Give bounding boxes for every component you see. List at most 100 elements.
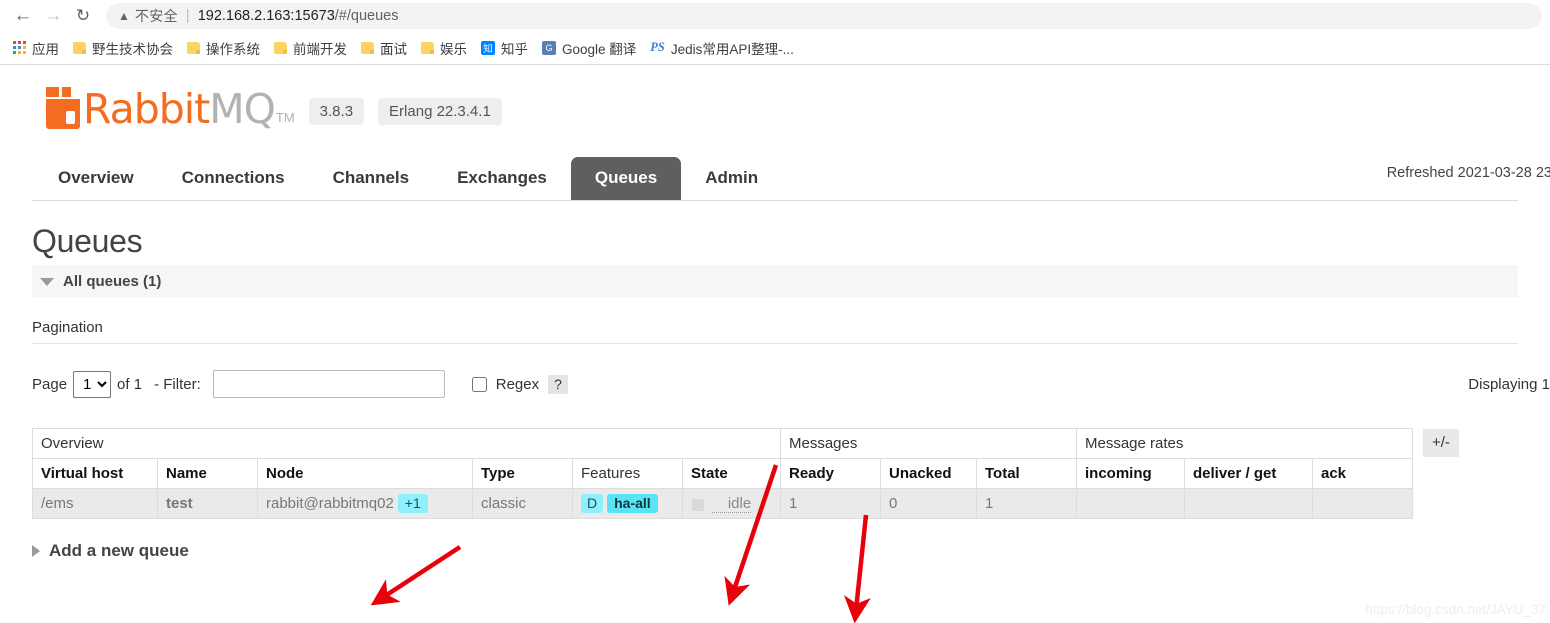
page-select[interactable]: 1 <box>73 370 112 398</box>
column-header-incoming[interactable]: incoming <box>1076 458 1185 489</box>
page-title: Queues <box>32 223 143 259</box>
bookmark-label: Google 翻译 <box>562 41 637 57</box>
all-queues-label: All queues (1) <box>63 273 162 290</box>
column-header-node[interactable]: Node <box>257 458 473 489</box>
version-badge: 3.8.3 <box>308 98 365 125</box>
group-header-messages: Messages <box>780 428 1077 459</box>
cell-virtual-host: /ems <box>32 488 158 519</box>
add-new-queue-section[interactable]: Add a new queue <box>32 541 1518 561</box>
bookmark-label: 野生技术协会 <box>92 41 173 57</box>
column-header-name[interactable]: Name <box>157 458 258 489</box>
column-header-type[interactable]: Type <box>472 458 573 489</box>
rabbitmq-management-page: Refreshed 2021-03-28 23: RabbitMQ TM 3.8… <box>0 65 1550 623</box>
table-column-header-row: Virtual host Name Node Type Features Sta… <box>32 458 1413 489</box>
column-header-ready[interactable]: Ready <box>780 458 881 489</box>
bookmark-label: Jedis常用API整理-... <box>670 41 794 57</box>
zhihu-icon: 知 <box>481 40 495 55</box>
bookmark-folder-4[interactable]: 面试 <box>354 35 414 61</box>
cell-unacked: 0 <box>880 488 977 519</box>
cell-deliver-get <box>1184 488 1313 519</box>
forward-arrow-icon: → <box>43 4 63 26</box>
column-header-ack[interactable]: ack <box>1312 458 1413 489</box>
filter-label: - Filter: <box>154 375 201 393</box>
omnibox-separator: | <box>185 7 190 24</box>
filter-controls: Page 1 of 1 - Filter: Regex ? Displaying… <box>32 370 1550 398</box>
refreshed-timestamp: Refreshed 2021-03-28 23: <box>1386 165 1550 181</box>
cell-node: rabbit@rabbitmq02 +1 <box>257 488 473 519</box>
column-header-features[interactable]: Features <box>572 458 683 489</box>
cell-features: Dha-all <box>572 488 683 519</box>
chevron-down-icon[interactable] <box>40 277 54 286</box>
node-extra-badge: +1 <box>397 493 428 513</box>
column-header-deliver-get[interactable]: deliver / get <box>1184 458 1313 489</box>
column-header-virtual-host[interactable]: Virtual host <box>32 458 158 489</box>
bookmark-label: 娱乐 <box>440 41 467 57</box>
tab-queues[interactable]: Queues <box>570 157 682 200</box>
state-text: idle <box>711 494 752 513</box>
group-header-overview: Overview <box>32 428 781 459</box>
erlang-version-badge: Erlang 22.3.4.1 <box>378 98 502 125</box>
column-header-unacked[interactable]: Unacked <box>880 458 977 489</box>
apps-grid-icon <box>13 41 26 54</box>
address-bar[interactable]: ▲ 不安全 | 192.168.2.163:15673 /#/queues <box>106 2 1542 29</box>
bookmark-label: 前端开发 <box>293 41 347 57</box>
toggle-columns-button[interactable]: +/- <box>1423 429 1459 457</box>
table-row[interactable]: /ems test rabbit@rabbitmq02 +1 classic Dh… <box>32 488 1413 519</box>
main-nav-tabs: Overview Connections Channels Exchanges … <box>32 157 1518 201</box>
cell-ready: 1 <box>780 488 881 519</box>
logo-rabbit-text: Rabbit <box>83 85 210 134</box>
bookmark-folder-1[interactable]: 野生技术协会 <box>66 35 180 61</box>
watermark-text: https://blog.csdn.net/JAYU_37 <box>1365 602 1546 617</box>
warning-triangle-icon: ▲ <box>118 8 130 23</box>
folder-icon <box>421 41 434 54</box>
pagination-label: Pagination <box>32 319 1518 344</box>
queues-table: Overview Messages Message rates Virtual … <box>32 428 1413 519</box>
url-host-text: 192.168.2.163:15673 <box>197 7 335 24</box>
security-status-text: 不安全 <box>134 7 178 24</box>
all-queues-section-header[interactable]: All queues (1) <box>32 266 1518 297</box>
back-arrow-icon[interactable]: ← <box>8 2 38 30</box>
bookmark-label: 面试 <box>380 41 407 57</box>
tab-overview[interactable]: Overview <box>34 157 158 200</box>
regex-label: Regex <box>495 375 540 393</box>
feature-durable-badge: D <box>581 493 604 513</box>
cell-ack <box>1312 488 1413 519</box>
column-header-total[interactable]: Total <box>976 458 1077 489</box>
cell-state: idle <box>682 488 781 519</box>
rabbitmq-wordmark: RabbitMQ <box>83 89 276 130</box>
tab-channels[interactable]: Channels <box>309 157 434 200</box>
folder-icon <box>73 41 86 54</box>
bookmark-label: 操作系统 <box>206 41 260 57</box>
bookmark-folder-5[interactable]: 娱乐 <box>414 35 474 61</box>
folder-icon <box>187 41 200 54</box>
google-translate-icon: G <box>542 40 556 55</box>
page-label: Page <box>32 375 68 393</box>
cell-type: classic <box>472 488 573 519</box>
filter-input[interactable] <box>212 370 445 398</box>
table-group-header-row: Overview Messages Message rates <box>32 428 1413 459</box>
bookmark-google-translate[interactable]: G Google 翻译 <box>535 35 643 61</box>
of-pages-label: of 1 <box>117 375 143 393</box>
logo-mq-text: MQ <box>209 85 276 134</box>
cell-incoming <box>1076 488 1185 519</box>
bookmark-folder-3[interactable]: 前端开发 <box>267 35 354 61</box>
bookmark-label: 知乎 <box>501 41 528 57</box>
rabbitmq-logo-row: RabbitMQ TM 3.8.3 Erlang 22.3.4.1 <box>32 65 1518 130</box>
reload-icon[interactable]: ↻ <box>68 2 98 30</box>
help-icon[interactable]: ? <box>548 374 568 394</box>
bookmark-apps[interactable]: 应用 <box>6 35 66 61</box>
tab-admin[interactable]: Admin <box>681 157 782 200</box>
state-indicator-square <box>692 499 704 511</box>
node-name-text: rabbit@rabbitmq02 <box>266 494 394 512</box>
bookmarks-bar: 应用 野生技术协会 操作系统 前端开发 面试 娱乐 知 知乎 G Google <box>0 31 1550 65</box>
tab-exchanges[interactable]: Exchanges <box>433 157 571 200</box>
queues-table-wrapper: Overview Messages Message rates Virtual … <box>32 428 1518 519</box>
regex-checkbox[interactable] <box>471 376 487 392</box>
cell-queue-name[interactable]: test <box>157 488 258 519</box>
chevron-right-icon[interactable] <box>32 545 40 557</box>
column-header-state[interactable]: State <box>682 458 781 489</box>
bookmark-folder-2[interactable]: 操作系统 <box>180 35 267 61</box>
tab-connections[interactable]: Connections <box>158 157 309 200</box>
bookmark-jedis-api[interactable]: PS Jedis常用API整理-... <box>643 35 801 61</box>
bookmark-zhihu[interactable]: 知 知乎 <box>474 35 535 61</box>
